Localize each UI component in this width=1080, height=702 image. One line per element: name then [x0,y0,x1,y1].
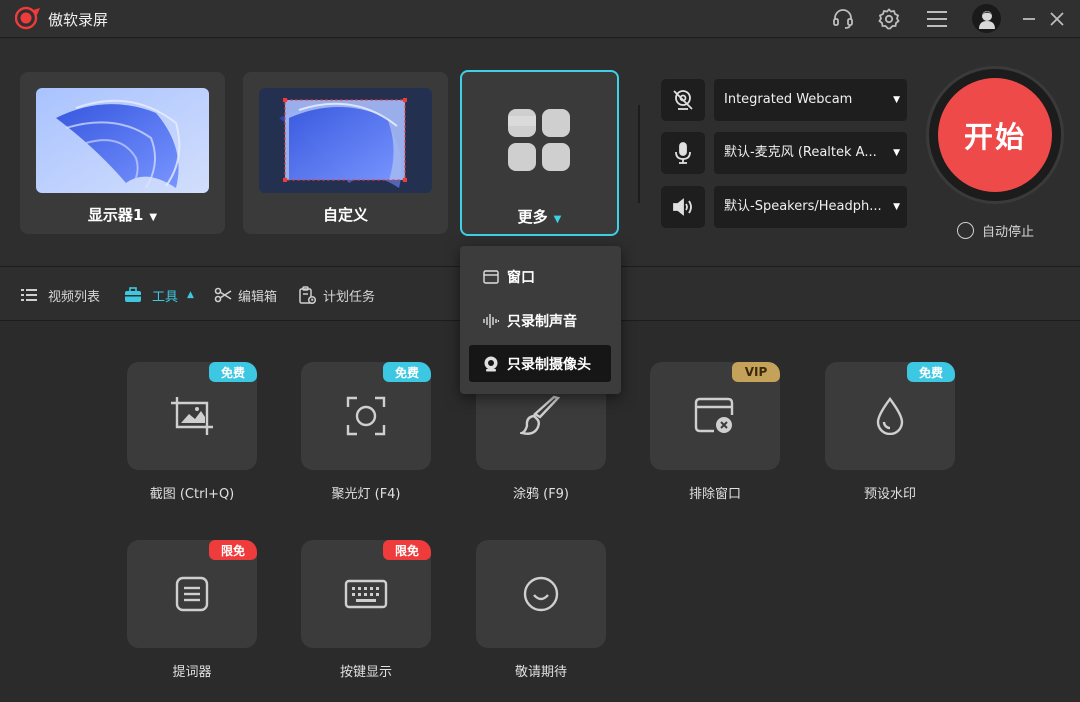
spotlight-focus-icon [346,396,386,436]
minimize-icon[interactable] [1015,5,1043,33]
crop-screenshot-icon [171,397,213,435]
clipboard-clock-icon [298,286,316,304]
custom-area-thumbnail [259,88,432,193]
webcam-icon [483,356,499,372]
more-sources-dropdown: 窗口 只录制声音 只录制摄像头 [460,246,621,394]
divider [638,105,640,203]
menu-item-window-label: 窗口 [507,269,535,286]
menu-item-window[interactable]: 窗口 [469,258,611,295]
tool-spotlight-label: 聚光灯 (F4) [331,487,401,502]
app-title: 傲软录屏 [48,11,109,29]
start-record-button[interactable]: 开始 [938,78,1052,192]
record-source-panel: 显示器1 ▼ 自定义 更多 ▼ Integrated Webcam ▼ 默认-麦… [0,39,1080,267]
tool-doodle-label: 涂鸦 (F9) [512,487,570,502]
speaker-select-value: 默认-Speakers/Headph... [724,199,882,214]
tool-keystroke-display-label: 按键显示 [339,665,392,680]
tool-screenshot-label: 截图 (Ctrl+Q) [149,487,235,502]
tab-scheduled-tasks-label: 计划任务 [323,289,376,305]
tab-edit-box[interactable]: 编辑箱 [214,286,278,305]
exclude-window-icon [694,397,734,433]
tab-video-list-label: 视频列表 [48,289,101,305]
menu-item-audio-only[interactable]: 只录制声音 [469,302,611,339]
display-thumbnail [36,88,209,193]
badge-limited-free: 限免 [209,540,257,560]
caret-down-icon: ▼ [893,202,900,212]
badge-free: 免费 [907,362,955,382]
source-custom-card[interactable]: 自定义 [243,72,448,234]
tab-edit-box-label: 编辑箱 [238,289,278,305]
audio-wave-icon [483,313,499,329]
loading-circle-icon [523,576,559,612]
list-icon [20,286,38,304]
menu-item-audio-only-label: 只录制声音 [507,313,577,330]
caret-down-icon: ▼ [893,95,900,105]
caret-down-icon[interactable]: ▼ [149,212,157,223]
caret-down-icon: ▼ [893,148,900,158]
menu-item-webcam-only[interactable]: 只录制摄像头 [469,345,611,382]
source-more-label: 更多 [517,208,548,226]
water-drop-icon [876,397,904,435]
badge-vip: VIP [732,362,780,382]
caret-up-icon: ▲ [187,290,194,300]
tool-teleprompter-label: 提词器 [172,665,212,680]
close-icon[interactable] [1043,5,1071,33]
source-display-card[interactable]: 显示器1 ▼ [20,72,225,234]
auto-stop-label: 自动停止 [982,224,1035,240]
webcam-select-value: Integrated Webcam [724,92,853,107]
scissors-icon [214,286,232,304]
speaker-select[interactable]: 默认-Speakers/Headph... ▼ [714,186,907,228]
badge-free: 免费 [383,362,431,382]
avatar[interactable] [972,4,1001,33]
caret-down-icon[interactable]: ▼ [554,214,562,225]
badge-free: 免费 [209,362,257,382]
tool-coming-soon-label: 敬请期待 [514,665,567,680]
badge-limited-free: 限免 [383,540,431,560]
webcam-off-icon[interactable] [661,79,705,121]
app-logo-icon [15,6,40,30]
source-custom-label: 自定义 [322,206,368,224]
keyboard-icon [344,579,388,609]
gear-icon[interactable] [875,5,903,33]
toolbox-icon [124,286,142,304]
source-more-card[interactable]: 更多 ▼ [460,70,619,236]
headset-support-icon[interactable] [829,5,857,33]
auto-stop-option[interactable]: 自动停止 [957,220,1034,240]
microphone-icon[interactable] [661,132,705,174]
tab-scheduled-tasks[interactable]: 计划任务 [298,286,376,305]
user-icon [978,10,995,29]
source-display-label: 显示器1 [87,206,144,224]
grid-apps-icon [508,109,570,171]
microphone-select-value: 默认-麦克风 (Realtek A... [724,145,877,160]
tool-watermark-label: 预设水印 [863,487,916,502]
tab-video-list[interactable]: 视频列表 [20,286,101,305]
tab-tools-label: 工具 [152,289,179,305]
auto-stop-radio[interactable] [957,221,974,239]
tab-tools[interactable]: 工具 ▲ [124,286,194,305]
webcam-select[interactable]: Integrated Webcam ▼ [714,79,907,121]
menu-icon[interactable] [923,5,951,33]
window-icon [483,269,499,285]
microphone-select[interactable]: 默认-麦克风 (Realtek A... ▼ [714,132,907,174]
title-bar: 傲软录屏 [0,0,1080,38]
document-lines-icon [175,576,209,612]
tool-exclude-window-label: 排除窗口 [688,487,741,502]
brush-icon [520,395,561,435]
speaker-icon[interactable] [661,186,705,228]
menu-item-webcam-only-label: 只录制摄像头 [507,356,591,373]
